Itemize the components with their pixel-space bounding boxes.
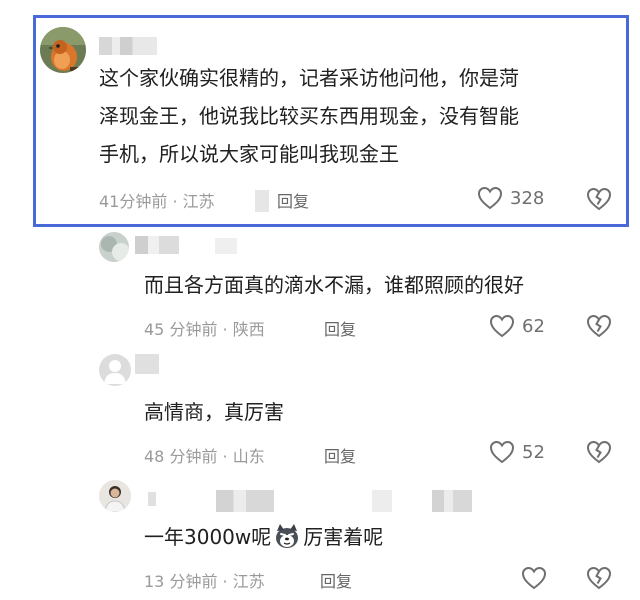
username-blurred[interactable] [148, 492, 156, 506]
comment-text-line: 手机，所以说大家可能叫我现金王 [99, 142, 399, 166]
like-count: 52 [522, 441, 545, 463]
comment-text: 这个家伙确实很精的，记者采访他问他，你是菏 泽现金王，他说我比较买东西用现金，没… [99, 59, 519, 173]
heart-outline-icon [477, 186, 503, 210]
like-count: 328 [510, 187, 545, 209]
blurred-text [372, 490, 392, 512]
avatar[interactable] [99, 354, 131, 386]
reply-button[interactable]: 回复 [324, 316, 356, 340]
avatar[interactable] [40, 27, 86, 73]
comment-time-location: 41分钟前 · 江苏 [99, 192, 215, 211]
broken-heart-icon[interactable] [585, 312, 613, 340]
heart-outline-icon [489, 440, 515, 464]
heart-outline-icon [489, 314, 515, 338]
heart-outline-icon [521, 566, 547, 590]
blurred-text [215, 238, 237, 254]
person-avatar-image [99, 480, 131, 512]
bird-avatar-image [40, 27, 86, 73]
like-count: 62 [522, 315, 545, 337]
username-blurred[interactable] [99, 37, 157, 55]
like-button[interactable]: 52 [488, 438, 545, 466]
comment-text: 一年3000w呢 厉害着呢 [144, 518, 383, 556]
username-blurred[interactable] [135, 236, 179, 254]
default-user-avatar-icon [99, 354, 131, 386]
comment-text: 而且各方面真的滴水不漏，谁都照顾的很好 [144, 273, 524, 297]
like-button[interactable] [520, 564, 548, 592]
like-button[interactable]: 62 [488, 312, 545, 340]
comment-time-location: 13 分钟前 · 江苏 [144, 572, 265, 591]
blurred-text [216, 490, 274, 512]
comment-text-part: 一年3000w呢 [144, 525, 272, 549]
comment-text-part: 厉害着呢 [303, 525, 384, 549]
broken-heart-icon[interactable] [585, 438, 613, 466]
smirking-dog-emoji [276, 524, 299, 548]
comment-text: 高情商，真厉害 [144, 400, 284, 424]
comment-time-location: 48 分钟前 · 山东 [144, 447, 265, 466]
avatar[interactable] [99, 480, 131, 512]
avatar[interactable] [99, 232, 129, 262]
reply-button[interactable]: 回复 [320, 568, 352, 592]
reply-button[interactable]: 回复 [324, 443, 356, 467]
avatar-image [99, 232, 129, 262]
reply-button[interactable]: 回复 [277, 188, 309, 212]
blurred-separator [255, 190, 269, 212]
username-blurred[interactable] [135, 354, 159, 374]
broken-heart-icon[interactable] [585, 564, 613, 592]
comment-text-line: 泽现金王，他说我比较买东西用现金，没有智能 [99, 104, 519, 128]
comment-text-line: 这个家伙确实很精的，记者采访他问他，你是菏 [99, 66, 519, 90]
comment-time-location: 45 分钟前 · 陕西 [144, 320, 265, 339]
blurred-text [432, 490, 472, 512]
like-button[interactable]: 328 [476, 184, 544, 212]
broken-heart-icon[interactable] [585, 185, 613, 213]
